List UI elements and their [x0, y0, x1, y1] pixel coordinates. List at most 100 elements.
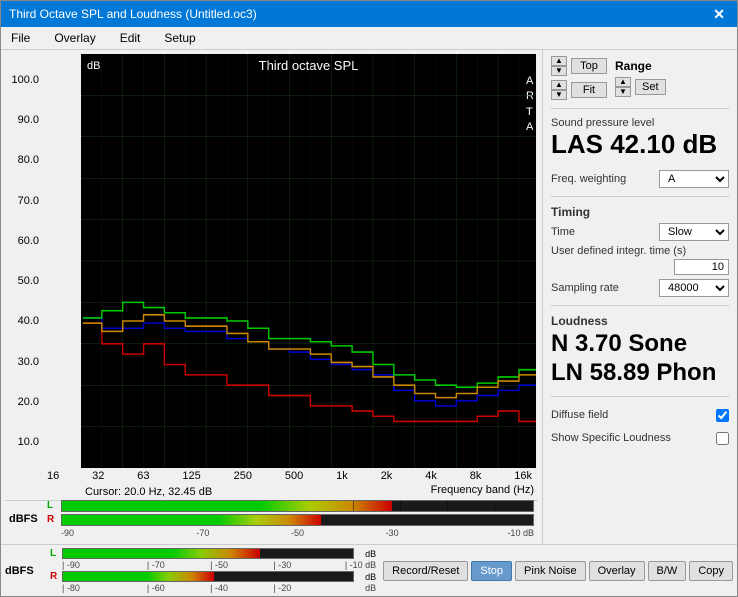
R-bottom: R [50, 571, 60, 582]
bottom-labels: Cursor: 20.0 Hz, 32.45 dB Frequency band… [43, 484, 536, 500]
divider-4 [551, 396, 729, 397]
menu-file[interactable]: File [5, 29, 36, 47]
loudness-section: Loudness N 3.70 Sone LN 58.89 Phon [551, 314, 729, 388]
menu-setup[interactable]: Setup [158, 29, 201, 47]
y-label-100: 100.0 [11, 74, 39, 86]
x-label-1k: 1k [336, 470, 348, 482]
sampling-rate-select[interactable]: 44100 48000 96000 [659, 279, 729, 297]
x-label-16: 16 [47, 470, 59, 482]
chart-wrapper: 100.0 90.0 80.0 70.0 60.0 50.0 40.0 30.0… [5, 54, 538, 468]
fit-row: ▲ ▼ Fit [551, 80, 607, 100]
top-controls: ▲ ▼ Top ▲ ▼ Fit Range [551, 56, 729, 100]
freq-band-label: Frequency band (Hz) [431, 484, 534, 500]
x-label-500: 500 [285, 470, 303, 482]
divider-3 [551, 305, 729, 306]
record-reset-button[interactable]: Record/Reset [383, 561, 468, 581]
menu-bar: File Overlay Edit Setup [1, 27, 737, 50]
y-label-20: 20.0 [18, 396, 39, 408]
bottom-meters: L dB | -90 | -70 | -50 | -30 | -10 dB R … [50, 548, 376, 593]
R-label: R [47, 514, 61, 525]
user-integr-row: User defined integr. time (s) [551, 245, 729, 275]
range-row: Range [615, 59, 666, 73]
menu-edit[interactable]: Edit [114, 29, 147, 47]
pink-noise-button[interactable]: Pink Noise [515, 561, 586, 581]
range-down-btn[interactable]: ▼ [615, 87, 631, 97]
copy-button[interactable]: Copy [689, 561, 733, 581]
user-integr-input[interactable] [674, 259, 729, 275]
freq-weighting-row: Freq. weighting A B C Z [551, 170, 729, 188]
dbfs-row: dBFS L [5, 500, 538, 536]
fit-button[interactable]: Fit [571, 82, 607, 98]
top-down-btn[interactable]: ▼ [551, 66, 567, 76]
L-meter-bottom [62, 548, 354, 559]
stop-button[interactable]: Stop [471, 561, 512, 581]
L-bottom: L [50, 548, 60, 559]
cursor-info: Cursor: 20.0 Hz, 32.45 dB [81, 484, 216, 500]
range-group: Range ▲ ▼ Set [615, 59, 666, 97]
right-panel: ▲ ▼ Top ▲ ▼ Fit Range [542, 50, 737, 544]
y-label-10: 10.0 [18, 436, 39, 448]
fit-spin[interactable]: ▲ ▼ [551, 80, 567, 100]
show-specific-row: Show Specific Loudness [551, 432, 729, 445]
top-spin[interactable]: ▲ ▼ [551, 56, 567, 76]
L-meter [61, 500, 534, 512]
timing-section: Timing Time Fast Slow Impulse User defin… [551, 205, 729, 297]
freq-weighting-label: Freq. weighting [551, 173, 626, 185]
dbfs-bottom-label: dBFS [5, 565, 47, 577]
set-button[interactable]: Set [635, 79, 666, 95]
top-fit-group: ▲ ▼ Top ▲ ▼ Fit [551, 56, 607, 100]
loudness-title: Loudness [551, 314, 729, 328]
dbfs-label: dBFS [9, 513, 47, 525]
show-specific-checkbox[interactable] [716, 432, 729, 445]
main-window: Third Octave SPL and Loudness (Untitled.… [0, 0, 738, 597]
fit-down-btn[interactable]: ▼ [551, 90, 567, 100]
sampling-rate-row: Sampling rate 44100 48000 96000 [551, 279, 729, 297]
y-label-40: 40.0 [18, 315, 39, 327]
spl-section: Sound pressure level LAS 42.10 dB [551, 117, 729, 160]
bw-button[interactable]: B/W [648, 561, 687, 581]
close-button[interactable]: ✕ [709, 6, 729, 23]
time-row: Time Fast Slow Impulse [551, 223, 729, 241]
L-db-label: dB [356, 549, 376, 559]
spl-value: LAS 42.10 dB [551, 129, 729, 160]
loudness-n: N 3.70 Sone [551, 330, 729, 359]
bottom-tick-r2: | -60 [125, 583, 186, 593]
x-label-2k: 2k [381, 470, 393, 482]
bottom-tick-r1: | -80 [62, 583, 123, 593]
diffuse-field-label: Diffuse field [551, 409, 608, 421]
main-content: 100.0 90.0 80.0 70.0 60.0 50.0 40.0 30.0… [1, 50, 737, 544]
divider-2 [551, 196, 729, 197]
top-row: ▲ ▼ Top [551, 56, 607, 76]
dbfs-meters: L R [47, 500, 534, 538]
x-label-16k: 16k [514, 470, 532, 482]
x-label-125: 125 [182, 470, 200, 482]
show-specific-label: Show Specific Loudness [551, 432, 671, 444]
y-label-70: 70.0 [18, 195, 39, 207]
overlay-button[interactable]: Overlay [589, 561, 645, 581]
y-label-80: 80.0 [18, 154, 39, 166]
top-up-btn[interactable]: ▲ [551, 56, 567, 66]
freq-weighting-select[interactable]: A B C Z [659, 170, 729, 188]
fit-up-btn[interactable]: ▲ [551, 80, 567, 90]
diffuse-field-checkbox[interactable] [716, 409, 729, 422]
x-label-32: 32 [92, 470, 104, 482]
loudness-ln: LN 58.89 Phon [551, 359, 729, 388]
bottom-tick-4: | -30 [252, 560, 313, 570]
range-spin[interactable]: ▲ ▼ [615, 77, 631, 97]
bottom-tick-r5: dB [315, 583, 376, 593]
x-axis: 16 32 63 125 250 500 1k 2k 4k 8k 16k [43, 468, 536, 484]
y-label-90: 90.0 [18, 114, 39, 126]
range-label: Range [615, 59, 652, 73]
y-label-60: 60.0 [18, 235, 39, 247]
x-label-63: 63 [137, 470, 149, 482]
time-select[interactable]: Fast Slow Impulse [659, 223, 729, 241]
sampling-rate-label: Sampling rate [551, 282, 619, 294]
bottom-tick-2: | -70 [125, 560, 186, 570]
top-button[interactable]: Top [571, 58, 607, 74]
range-up-btn[interactable]: ▲ [615, 77, 631, 87]
menu-overlay[interactable]: Overlay [48, 29, 101, 47]
bottom-tick-5: | -10 dB [315, 560, 376, 570]
title-bar: Third Octave SPL and Loudness (Untitled.… [1, 1, 737, 27]
bottom-tick-r4: | -20 [252, 583, 313, 593]
timing-title: Timing [551, 205, 729, 219]
